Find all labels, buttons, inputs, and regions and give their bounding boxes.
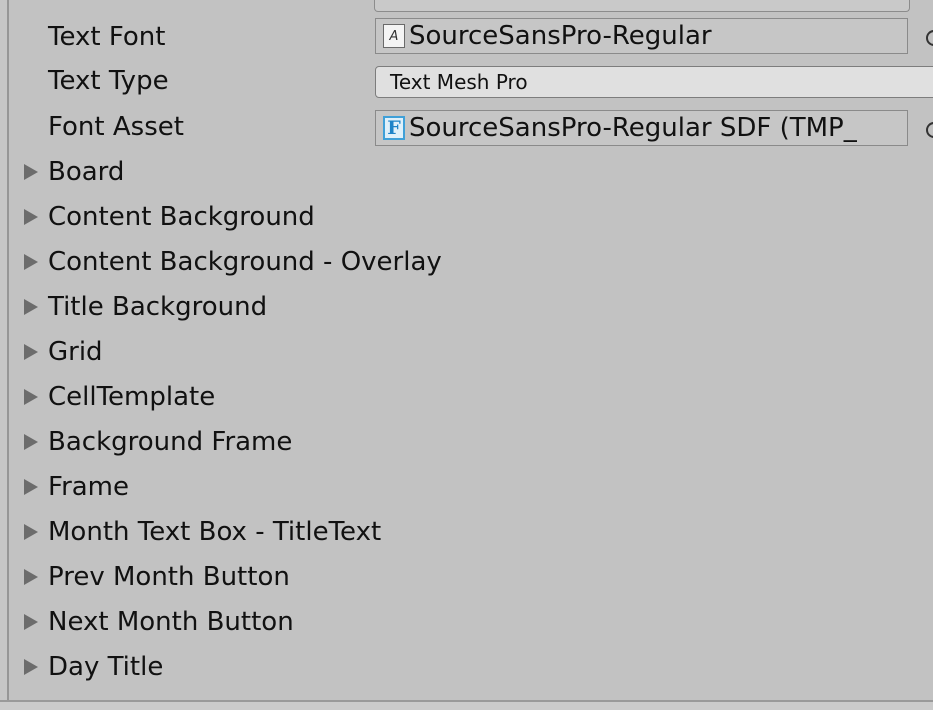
font-asset-field[interactable]: F SourceSansPro-Regular SDF (TMP_	[375, 110, 908, 146]
foldout-arrow-icon[interactable]	[24, 614, 38, 630]
foldout-arrow-icon[interactable]	[24, 479, 38, 495]
text-font-label: Text Font	[48, 22, 166, 52]
foldout-arrow-icon[interactable]	[24, 344, 38, 360]
foldout-label: Content Background	[48, 202, 315, 232]
foldout-board[interactable]: Board	[0, 156, 933, 188]
panel-bottom-strip	[0, 702, 933, 710]
foldout-label: Grid	[48, 337, 103, 367]
font-asset-label: Font Asset	[48, 112, 184, 142]
foldout-label: Day Title	[48, 652, 164, 682]
foldout-label: Board	[48, 157, 125, 187]
foldout-label: Content Background - Overlay	[48, 247, 442, 277]
foldout-frame[interactable]: Frame	[0, 471, 933, 503]
foldout-content-background[interactable]: Content Background	[0, 201, 933, 233]
foldout-title-background[interactable]: Title Background	[0, 291, 933, 323]
foldout-next-month-button[interactable]: Next Month Button	[0, 606, 933, 638]
foldout-arrow-icon[interactable]	[24, 164, 38, 180]
foldout-label: Month Text Box - TitleText	[48, 517, 382, 547]
text-font-value: SourceSansPro-Regular	[409, 21, 712, 51]
foldout-grid[interactable]: Grid	[0, 336, 933, 368]
foldout-arrow-icon[interactable]	[24, 299, 38, 315]
font-asset-icon: A	[383, 24, 405, 48]
tmp-font-asset-icon: F	[383, 116, 405, 140]
foldout-arrow-icon[interactable]	[24, 389, 38, 405]
foldout-arrow-icon[interactable]	[24, 254, 38, 270]
foldout-day-title[interactable]: Day Title	[0, 651, 933, 683]
foldout-background-frame[interactable]: Background Frame	[0, 426, 933, 458]
text-type-dropdown[interactable]: Text Mesh Pro	[375, 66, 933, 98]
foldout-celltemplate[interactable]: CellTemplate	[0, 381, 933, 413]
foldout-arrow-icon[interactable]	[24, 659, 38, 675]
previous-field-stub[interactable]	[374, 0, 910, 12]
font-asset-value: SourceSansPro-Regular SDF (TMP_	[409, 113, 857, 143]
text-type-value: Text Mesh Pro	[390, 70, 528, 94]
inspector-panel: Text Font A SourceSansPro-Regular Text T…	[0, 0, 933, 710]
text-type-label: Text Type	[48, 66, 169, 96]
foldout-arrow-icon[interactable]	[24, 209, 38, 225]
foldout-label: Next Month Button	[48, 607, 294, 637]
foldout-month-text-box[interactable]: Month Text Box - TitleText	[0, 516, 933, 548]
text-font-picker-icon[interactable]	[926, 30, 933, 46]
foldout-content-background-overlay[interactable]: Content Background - Overlay	[0, 246, 933, 278]
foldout-label: Frame	[48, 472, 130, 502]
text-font-field[interactable]: A SourceSansPro-Regular	[375, 18, 908, 54]
foldout-label: CellTemplate	[48, 382, 216, 412]
foldout-label: Prev Month Button	[48, 562, 290, 592]
foldout-arrow-icon[interactable]	[24, 434, 38, 450]
font-asset-picker-icon[interactable]	[926, 122, 933, 138]
foldout-arrow-icon[interactable]	[24, 569, 38, 585]
foldout-prev-month-button[interactable]: Prev Month Button	[0, 561, 933, 593]
foldout-arrow-icon[interactable]	[24, 524, 38, 540]
foldout-label: Title Background	[48, 292, 268, 322]
foldout-label: Background Frame	[48, 427, 293, 457]
